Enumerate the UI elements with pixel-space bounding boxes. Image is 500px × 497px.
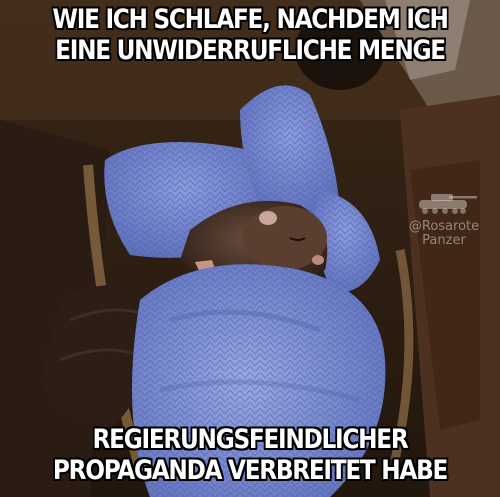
sleeping-rat-photo [0, 0, 500, 497]
bottom-caption-line-2: PROPAGANDA VERBREITET HABE [52, 455, 448, 486]
watermark-line-2: Panzer [422, 233, 466, 248]
bottom-caption-line-1: REGIERUNGSFEINDLICHER [92, 424, 409, 455]
tank-icon [419, 194, 477, 214]
bottom-caption: REGIERUNGSFEINDLICHER PROPAGANDA VERBREI… [40, 424, 460, 486]
top-caption: WIE ICH SCHLAFE, NACHDEM ICH EINE UNWIDE… [40, 4, 460, 66]
meme-image: @Rosarote Panzer WIE ICH SCHLAFE, NACHDE… [0, 0, 500, 497]
watermark: @Rosarote Panzer [396, 188, 492, 248]
top-caption-line-2: EINE UNWIDERRUFLICHE MENGE [55, 35, 446, 66]
top-caption-line-1: WIE ICH SCHLAFE, NACHDEM ICH [52, 4, 448, 35]
watermark-line-1: @Rosarote [408, 219, 480, 234]
